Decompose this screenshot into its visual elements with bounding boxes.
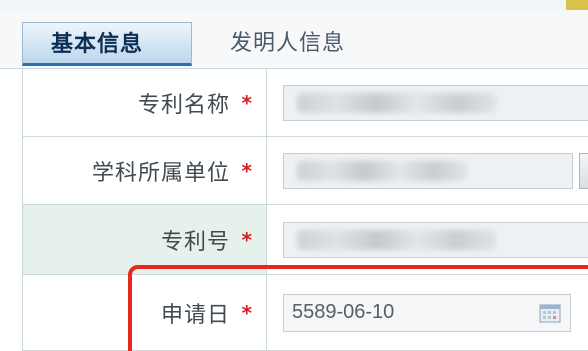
corner-mark [566,0,588,10]
value-cell [267,137,588,204]
tab-basic-info-label: 基本信息 [51,32,144,57]
patent-form-page: 基本信息 发明人信息 专利名称 * 学科所属单位 * 专利号 * 申请日 * 5… [0,0,588,351]
tab-inventor-info[interactable]: 发明人信息 [214,22,414,66]
application-date-label: 申请日 [160,302,230,328]
tab-basic-info[interactable]: 基本信息 [22,22,192,66]
blurred-value [297,92,497,113]
value-cell [267,275,588,350]
blurred-value [297,160,467,181]
form-row-patent-name: 专利名称 * [23,69,588,137]
tab-inventor-info-label: 发明人信息 [230,31,346,56]
form-row-patent-number: 专利号 * [23,205,588,275]
calendar-icon[interactable] [539,303,561,323]
value-cell [267,205,588,274]
patent-name-label: 专利名称 [137,92,230,118]
tab-bar: 基本信息 发明人信息 [0,10,588,69]
form-table: 专利名称 * 学科所属单位 * 专利号 * 申请日 * 5589-06-10 [22,69,588,351]
value-cell [267,69,588,136]
label-cell: 申请日 * [23,275,267,350]
affiliation-label: 学科所属单位 [91,160,230,186]
patent-number-label: 专利号 [160,229,230,255]
blurred-value [297,229,497,250]
label-cell: 专利号 * [23,205,267,274]
required-mark: * [241,227,252,252]
required-mark: * [241,300,252,325]
label-cell: 专利名称 * [23,69,267,136]
form-row-affiliation: 学科所属单位 * [23,137,588,205]
required-mark: * [241,158,252,183]
affiliation-picker-button[interactable] [579,152,588,189]
top-strip [0,0,588,10]
required-mark: * [241,90,252,115]
form-row-application-date: 申请日 * [23,275,588,351]
application-date-input[interactable] [283,293,571,332]
label-cell: 学科所属单位 * [23,137,267,204]
